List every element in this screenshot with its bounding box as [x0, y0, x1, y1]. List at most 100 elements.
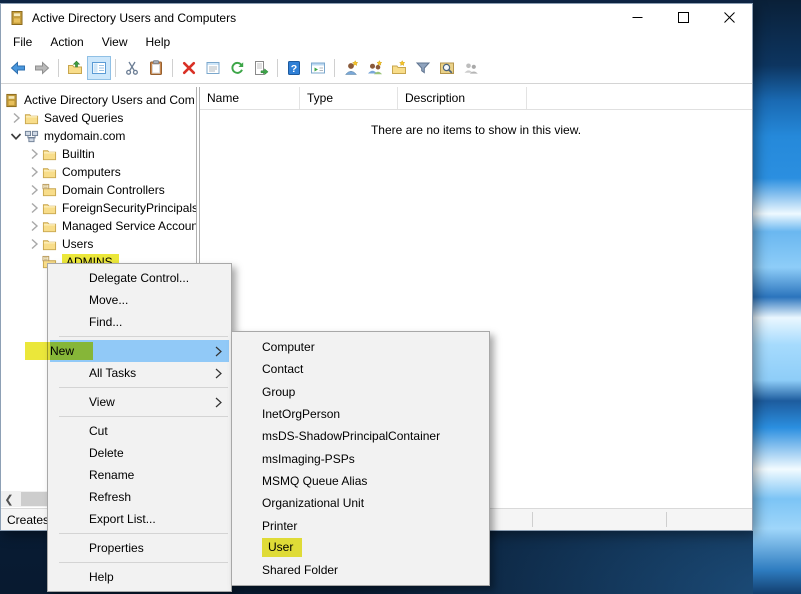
- menubar-help[interactable]: Help: [137, 32, 180, 52]
- find-button[interactable]: [435, 56, 459, 80]
- tree-item-foreignsecurityprincipals[interactable]: ForeignSecurityPrincipals: [1, 199, 196, 217]
- menu-item-label: Properties: [89, 541, 144, 555]
- submenu-item-label: MSMQ Queue Alias: [262, 473, 368, 488]
- submenu-item-label: Organizational Unit: [262, 496, 365, 511]
- menu-item-label: Delegate Control...: [89, 271, 190, 285]
- folder-icon: [42, 218, 59, 234]
- new-user-icon: [343, 60, 359, 76]
- up-one-level-button[interactable]: [63, 56, 87, 80]
- tree-item-managed-service-accounts[interactable]: Managed Service Accounts: [1, 217, 196, 235]
- toolbar-separator: [172, 59, 173, 77]
- column-header-type[interactable]: Type: [300, 87, 398, 109]
- submenu-item-contact[interactable]: Contact: [234, 358, 487, 380]
- forward-button[interactable]: [30, 56, 54, 80]
- context-menu-item-cut[interactable]: Cut: [50, 420, 229, 442]
- menu-separator: [59, 562, 228, 563]
- submenu-item-label: InetOrgPerson: [262, 407, 341, 422]
- menu-item-label: Cut: [89, 424, 108, 438]
- app-icon: [9, 10, 25, 26]
- members-button[interactable]: [459, 56, 483, 80]
- menubar-view[interactable]: View: [93, 32, 137, 52]
- tree-item-mydomain-com[interactable]: mydomain.com: [1, 127, 196, 145]
- column-header-description[interactable]: Description: [398, 87, 527, 109]
- expand-chevron-icon[interactable]: [25, 182, 42, 198]
- folder-icon: [42, 236, 59, 252]
- title-bar: Active Directory Users and Computers: [1, 4, 752, 31]
- help-icon: ?: [286, 60, 302, 76]
- ou-folder-icon: [42, 182, 59, 198]
- menubar-action[interactable]: Action: [41, 32, 92, 52]
- tree-item-saved-queries[interactable]: Saved Queries: [1, 109, 196, 127]
- submenu-item-msds-shadowprincipalcontainer[interactable]: msDS-ShadowPrincipalContainer: [234, 425, 487, 447]
- filter-button[interactable]: [411, 56, 435, 80]
- tree-item-builtin[interactable]: Builtin: [1, 145, 196, 163]
- expand-chevron-icon[interactable]: [25, 236, 42, 252]
- new-group-button[interactable]: [363, 56, 387, 80]
- menu-separator: [59, 336, 228, 337]
- show-console-tree-button[interactable]: [87, 56, 111, 80]
- refresh-button[interactable]: [225, 56, 249, 80]
- submenu-item-inetorgperson[interactable]: InetOrgPerson: [234, 403, 487, 425]
- tree-item-domain-controllers[interactable]: Domain Controllers: [1, 181, 196, 199]
- export-list-button[interactable]: [249, 56, 273, 80]
- empty-view-message: There are no items to show in this view.: [370, 123, 582, 137]
- tree-item-computers[interactable]: Computers: [1, 163, 196, 181]
- context-menu-item-export-list[interactable]: Export List...: [50, 508, 229, 530]
- paste-button[interactable]: [144, 56, 168, 80]
- back-button[interactable]: [6, 56, 30, 80]
- expand-chevron-icon[interactable]: [25, 146, 42, 162]
- submenu-item-group[interactable]: Group: [234, 381, 487, 403]
- menubar-file[interactable]: File: [4, 32, 41, 52]
- submenu-item-label: User: [262, 538, 303, 558]
- context-menu-item-delegate-control[interactable]: Delegate Control...: [50, 267, 229, 289]
- close-button[interactable]: [706, 4, 752, 31]
- submenu-item-msimaging-psps[interactable]: msImaging-PSPs: [234, 447, 487, 469]
- scroll-left-arrow-icon[interactable]: ❮: [1, 491, 17, 507]
- submenu-item-msmq-queue-alias[interactable]: MSMQ Queue Alias: [234, 470, 487, 492]
- context-menu-item-new[interactable]: New: [25, 340, 229, 362]
- tree-item-label: Domain Controllers: [62, 183, 165, 197]
- tree-item-label: Users: [62, 237, 94, 251]
- tree-item-label: Computers: [62, 165, 121, 179]
- help-button[interactable]: ?: [282, 56, 306, 80]
- context-menu-item-find[interactable]: Find...: [50, 311, 229, 333]
- expand-chevron-icon[interactable]: [7, 110, 24, 126]
- cut-button[interactable]: [120, 56, 144, 80]
- context-menu-item-help[interactable]: Help: [50, 566, 229, 588]
- context-menu-item-move[interactable]: Move...: [50, 289, 229, 311]
- submenu-arrow-icon: [215, 368, 222, 379]
- submenu-item-label: Contact: [262, 362, 304, 377]
- context-menu-item-delete[interactable]: Delete: [50, 442, 229, 464]
- context-menu-item-properties[interactable]: Properties: [50, 537, 229, 559]
- context-menu-item-all-tasks[interactable]: All Tasks: [50, 362, 229, 384]
- folder-icon: [24, 110, 41, 126]
- tree-item-label: Managed Service Accounts: [62, 219, 196, 233]
- menu-item-label: Export List...: [89, 512, 156, 526]
- tree-item-active-directory-users-and-com[interactable]: Active Directory Users and Com: [1, 91, 196, 109]
- cut-icon: [124, 60, 140, 76]
- submenu-item-user[interactable]: User: [234, 537, 487, 559]
- column-header-name[interactable]: Name: [200, 87, 300, 109]
- expand-chevron-icon[interactable]: [7, 128, 24, 144]
- show-window-button[interactable]: [306, 56, 330, 80]
- expand-chevron-icon[interactable]: [25, 218, 42, 234]
- submenu-item-printer[interactable]: Printer: [234, 514, 487, 536]
- context-menu-item-rename[interactable]: Rename: [50, 464, 229, 486]
- menu-item-label: Find...: [89, 315, 123, 329]
- submenu-item-organizational-unit[interactable]: Organizational Unit: [234, 492, 487, 514]
- new-user-button[interactable]: [339, 56, 363, 80]
- maximize-button[interactable]: [660, 4, 706, 31]
- menu-separator: [59, 533, 228, 534]
- minimize-button[interactable]: [614, 4, 660, 31]
- submenu-item-computer[interactable]: Computer: [234, 336, 487, 358]
- context-menu-item-view[interactable]: View: [50, 391, 229, 413]
- context-menu-item-refresh[interactable]: Refresh: [50, 486, 229, 508]
- expand-chevron-icon[interactable]: [25, 164, 42, 180]
- expand-chevron-icon[interactable]: [25, 200, 42, 216]
- delete-button[interactable]: [177, 56, 201, 80]
- properties-list-button[interactable]: [201, 56, 225, 80]
- tree-item-users[interactable]: Users: [1, 235, 196, 253]
- tree-item-label: ForeignSecurityPrincipals: [62, 201, 196, 215]
- submenu-item-shared-folder[interactable]: Shared Folder: [234, 559, 487, 581]
- new-ou-button[interactable]: [387, 56, 411, 80]
